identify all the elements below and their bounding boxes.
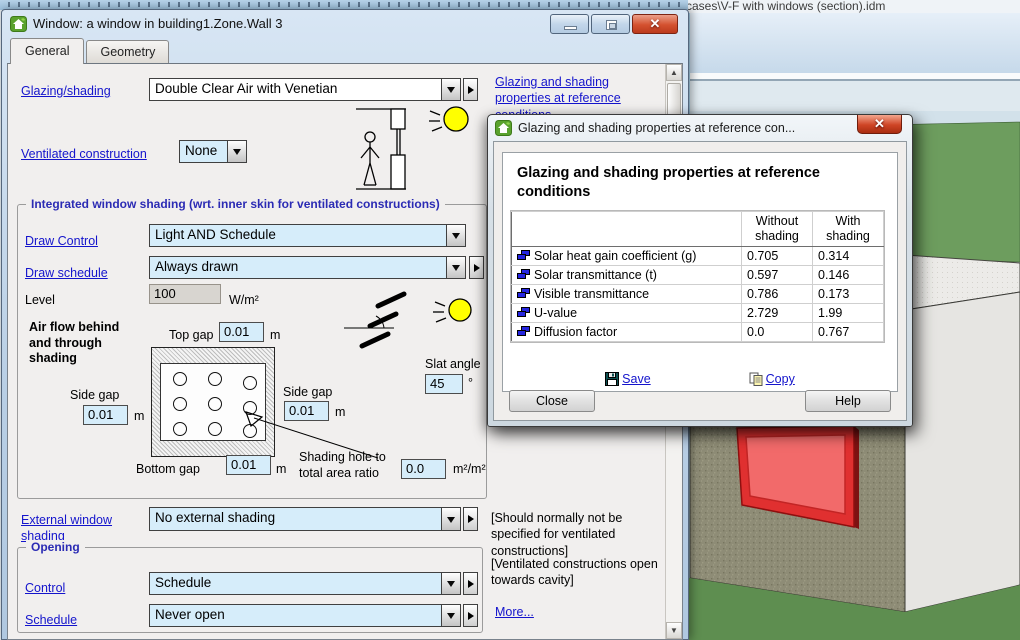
slat-angle-field[interactable]: 45 [425,374,463,394]
combo-dropdown-icon[interactable] [446,257,465,278]
tab-geometry[interactable]: Geometry [86,40,169,63]
close-button[interactable]: ✕ [632,14,678,34]
opening-schedule-combo[interactable]: Never open [149,604,461,627]
scroll-up-icon: ▲ [670,68,678,77]
occupant-window-sun-icon [336,97,486,205]
save-link[interactable]: Save [605,372,651,386]
dialog-title: Glazing and shading properties at refere… [518,121,905,135]
maximize-button[interactable] [591,14,630,34]
slat-angle-label: Slat angle [425,357,481,373]
model-wall-white[interactable] [905,292,1020,612]
combo-dropdown-icon[interactable] [441,605,460,626]
main-titlebar[interactable]: Window: a window in building1.Zone.Wall … [2,10,688,37]
copy-icon [749,372,763,386]
close-icon: ✕ [633,16,677,32]
properties-table: Without shading With shading Solar heat … [511,211,884,342]
maximize-icon [606,20,617,30]
tab-general[interactable]: General [10,38,84,64]
side-gap-left-label: Side gap [70,388,119,404]
column-without-shading: Without shading [742,212,813,247]
minimize-button[interactable] [550,14,589,34]
table-row: Solar transmittance (t) 0.597 0.146 [512,266,884,285]
object-layers-icon[interactable] [517,269,531,281]
external-shading-note: [Should normally not be specified for ve… [491,510,659,559]
top-gap-field[interactable]: 0.01 [219,322,264,342]
opening-note: [Ventilated constructions open towards c… [491,556,659,589]
main-window-title: Window: a window in building1.Zone.Wall … [33,16,544,31]
table-row: Diffusion factor 0.0 0.767 [512,323,884,342]
ventilated-construction-link[interactable]: Ventilated construction [21,146,147,162]
object-layers-icon[interactable] [517,307,531,319]
airflow-label: Air flow behind and through shading [29,320,129,367]
scroll-up-button[interactable]: ▲ [666,64,682,81]
object-layers-icon[interactable] [517,250,531,262]
draw-schedule-link[interactable]: Draw schedule [25,265,108,281]
table-row: Visible transmittance 0.786 0.173 [512,285,884,304]
app-house-icon [10,16,27,32]
dialog-help-button[interactable]: Help [805,390,891,412]
opening-control-combo[interactable]: Schedule [149,572,461,595]
external-shading-browse-button[interactable] [463,507,478,531]
bottom-gap-label: Bottom gap [136,462,200,478]
tab-strip: General Geometry [10,38,169,63]
dialog-heading: Glazing and shading properties at refere… [517,164,857,202]
bottom-gap-unit: m [276,462,286,478]
level-field[interactable]: 100 [149,284,221,304]
dialog-close-action-button[interactable]: Close [509,390,595,412]
dialog-close-button[interactable]: ✕ [857,115,902,134]
level-label: Level [25,293,55,309]
glazing-shading-link[interactable]: Glazing/shading [21,83,111,99]
combo-dropdown-icon[interactable] [446,225,465,246]
more-link[interactable]: More... [495,604,534,620]
slat-angle-unit: ° [468,376,473,392]
opening-schedule-browse-button[interactable] [463,604,478,627]
sun-icon [449,299,471,321]
combo-dropdown-icon[interactable] [441,508,460,530]
opening-schedule-link[interactable]: Schedule [25,612,77,628]
opening-group-title: Opening [26,540,85,554]
app-house-icon [495,120,512,136]
save-floppy-icon [605,372,619,386]
object-layers-icon[interactable] [517,326,531,338]
close-icon: ✕ [874,116,885,131]
ventilated-combo[interactable]: None [179,140,247,163]
scroll-down-icon: ▼ [670,626,678,635]
hole-ratio-label: Shading hole to total area ratio [299,450,411,481]
sun-icon [444,107,468,131]
hole-ratio-field[interactable]: 0.0 [401,459,446,479]
dialog-panel: Glazing and shading properties at refere… [502,152,898,392]
glazing-properties-dialog: Glazing and shading properties at refere… [487,114,913,427]
save-copy-row: Save Copy [503,372,897,386]
draw-schedule-browse-button[interactable] [469,256,484,279]
table-row: U-value 2.729 1.99 [512,304,884,323]
integrated-shading-group-title: Integrated window shading (wrt. inner sk… [26,197,445,211]
opening-control-link[interactable]: Control [25,580,65,596]
background-window-title: cases\V-F with windows (section).idm [686,0,885,13]
draw-control-combo[interactable]: Light AND Schedule [149,224,466,247]
hole-ratio-unit: m²/m² [453,462,486,478]
table-row: Solar heat gain coefficient (g) 0.705 0.… [512,247,884,266]
top-gap-unit: m [270,328,280,344]
side-gap-left-field[interactable]: 0.01 [83,405,128,425]
opening-control-browse-button[interactable] [463,572,478,595]
dialog-body: Glazing and shading properties at refere… [493,141,907,421]
copy-link[interactable]: Copy [749,372,795,386]
scroll-down-button[interactable]: ▼ [666,622,682,639]
external-shading-combo[interactable]: No external shading [149,507,461,531]
side-gap-right-label: Side gap [283,385,332,401]
combo-dropdown-icon[interactable] [227,141,246,162]
draw-control-link[interactable]: Draw Control [25,233,98,249]
minimize-icon [564,26,577,30]
top-gap-label: Top gap [169,328,213,344]
side-gap-left-unit: m [134,409,144,425]
draw-schedule-combo[interactable]: Always drawn [149,256,466,279]
combo-dropdown-icon[interactable] [441,573,460,594]
dialog-titlebar[interactable]: Glazing and shading properties at refere… [488,115,912,140]
screen: cases\V-F with windows (section).idm Win… [0,0,1020,640]
column-with-shading: With shading [813,212,884,247]
object-layers-icon[interactable] [517,288,531,300]
level-unit: W/m² [229,293,259,309]
